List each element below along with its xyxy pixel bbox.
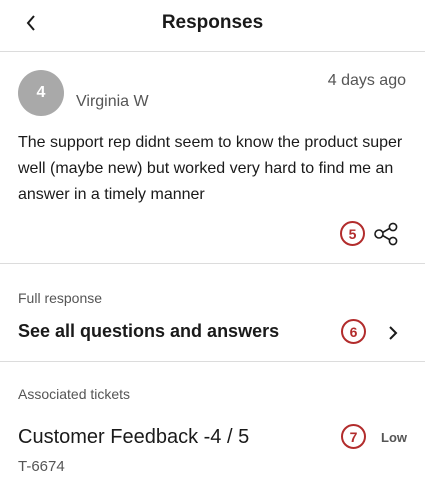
share-icon xyxy=(374,222,398,246)
annotation-badge-7: 7 xyxy=(341,424,366,449)
annotation-badge-6: 6 xyxy=(341,319,366,344)
response-comment: The support rep didnt seem to know the p… xyxy=(18,134,403,203)
response-time: 4 days ago xyxy=(327,72,406,89)
associated-tickets-label: Associated tickets xyxy=(18,386,131,402)
avatar: 4 xyxy=(18,70,64,116)
full-response-row[interactable]: Full response See all questions and answ… xyxy=(0,264,425,362)
full-response-label: Full response xyxy=(18,290,103,306)
share-button[interactable] xyxy=(372,220,400,248)
annotation-badge-5: 5 xyxy=(340,221,365,246)
full-response-title: See all questions and answers xyxy=(18,321,280,341)
priority-label: Low xyxy=(381,430,407,445)
page-title: Responses xyxy=(161,12,264,33)
ticket-id: T-6674 xyxy=(18,458,65,475)
response-card: 4 Virginia W 4 days ago The support rep … xyxy=(0,52,425,264)
author-name: Virginia W xyxy=(76,93,149,110)
associated-tickets-section: Associated tickets Customer Feedback -4 … xyxy=(0,362,425,484)
ticket-title[interactable]: Customer Feedback -4 / 5 xyxy=(18,426,249,449)
top-bar: Responses xyxy=(0,0,425,52)
chevron-right-icon xyxy=(382,319,404,347)
